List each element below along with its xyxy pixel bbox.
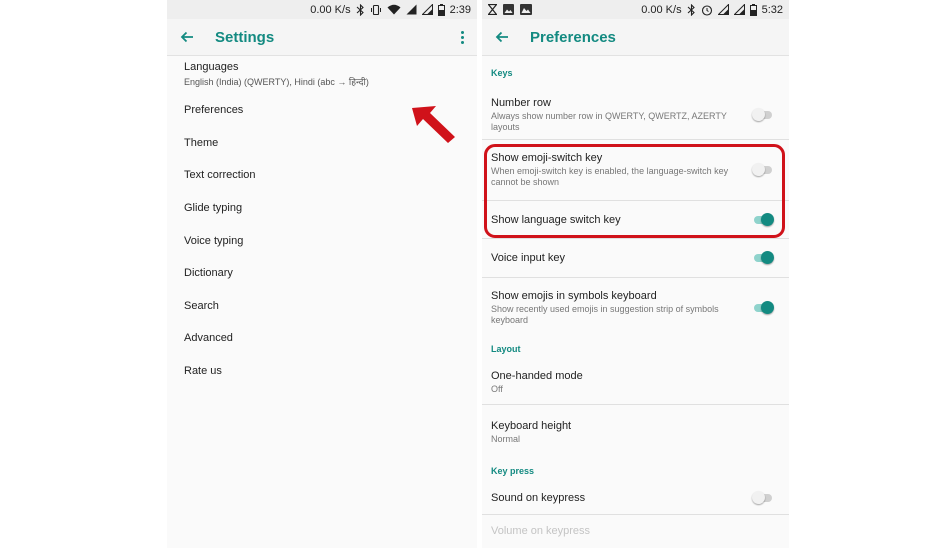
pref-title: One-handed mode [491,369,583,382]
back-arrow-icon [180,31,193,43]
page-title: Settings [215,28,275,46]
bluetooth-icon [687,3,695,16]
settings-item-label: Dictionary [184,267,233,280]
settings-screen: 0.00 K/s 2:39 Settings Languages English… [167,0,477,548]
alarm-icon [701,4,712,16]
pref-volume-on-keypress[interactable]: Volume on keypress [482,515,789,547]
signal-icon [406,4,417,15]
pref-subtitle: When emoji-switch key is enabled, the la… [491,166,729,187]
pref-subtitle: Always show number row in QWERTY, QWERTZ… [491,110,727,132]
section-header-key-press: Key press [491,466,535,476]
battery-icon [437,3,445,16]
preferences-screen: 0.00 K/s 5:32 Preferences Keys Number ro… [482,0,789,548]
number-row-toggle[interactable] [752,107,774,123]
battery-icon [749,3,757,16]
hourglass-icon [488,4,497,15]
settings-item-voice-typing[interactable]: Voice typing [184,224,477,257]
pref-title: Keyboard height [491,420,572,432]
pref-title: Volume on keypress [491,525,591,537]
pref-title: Show language switch key [491,213,621,226]
status-bar: 0.00 K/s 2:39 [167,0,477,19]
status-bar: 0.00 K/s 5:32 [482,0,789,19]
sound-keypress-toggle[interactable] [752,490,774,506]
voice-input-toggle[interactable] [752,250,774,266]
settings-item-languages[interactable]: Languages English (India) (QWERTY), Hind… [184,56,477,94]
settings-item-label: Advanced [184,332,233,345]
settings-item-label: Languages [184,61,239,73]
pref-keyboard-height[interactable]: Keyboard height Normal [482,405,789,460]
settings-item-advanced[interactable]: Advanced [184,322,477,355]
settings-item-label: Glide typing [184,202,243,215]
pref-title: Voice input key [491,252,565,264]
signal-icon [421,4,433,15]
settings-item-label: Search [184,299,219,312]
pref-emojis-in-symbols[interactable]: Show emojis in symbols keyboard Show rec… [482,278,789,338]
network-speed: 0.00 K/s [310,3,351,16]
app-bar: Settings [167,19,477,56]
signal-icon [733,4,745,15]
settings-item-label: Rate us [184,365,222,378]
section-header-keys: Keys [491,68,513,78]
bluetooth-icon [356,3,364,16]
pref-subtitle: Normal [491,434,521,444]
pref-subtitle: Off [491,383,503,394]
pref-one-handed-mode[interactable]: One-handed mode Off [482,360,789,404]
more-vert-icon[interactable] [455,28,469,46]
back-button[interactable] [482,31,522,43]
pref-title: Sound on keypress [491,492,586,504]
vibrate-icon [370,4,381,15]
clock: 2:39 [449,3,471,16]
settings-item-dictionary[interactable]: Dictionary [184,257,477,290]
gallery-icon [520,4,532,15]
settings-item-label: Text correction [184,169,256,182]
notification-icons [488,4,532,15]
language-switch-toggle[interactable] [752,212,774,228]
settings-item-label: Voice typing [184,234,244,247]
settings-item-text-correction[interactable]: Text correction [184,159,477,192]
pref-language-switch-key[interactable]: Show language switch key [482,201,789,238]
settings-item-search[interactable]: Search [184,290,477,323]
emoji-switch-toggle[interactable] [752,162,774,178]
pref-title: Show emoji-switch key [491,152,603,164]
back-arrow-icon [495,31,508,43]
annotation-arrow [412,106,455,143]
emojis-symbols-toggle[interactable] [752,300,774,316]
pref-emoji-switch-key[interactable]: Show emoji-switch key When emoji-switch … [482,140,789,200]
wifi-icon [387,4,401,15]
signal-icon [717,4,729,15]
pref-sound-on-keypress[interactable]: Sound on keypress [482,482,789,514]
network-speed: 0.00 K/s [641,3,682,16]
pref-subtitle: Show recently used emojis in suggestion … [491,304,719,325]
pref-title: Number row [491,96,551,109]
back-button[interactable] [167,31,207,43]
app-bar: Preferences [482,19,789,56]
image-icon [503,4,514,15]
section-header-layout: Layout [491,344,521,354]
clock: 5:32 [761,3,783,16]
settings-item-rate-us[interactable]: Rate us [184,355,477,388]
settings-item-glide-typing[interactable]: Glide typing [184,192,477,225]
pref-voice-input-key[interactable]: Voice input key [482,239,789,277]
settings-item-subtitle: English (India) (QWERTY), Hindi (abc → ह… [184,77,369,87]
page-title: Preferences [530,28,616,46]
pref-number-row[interactable]: Number row Always show number row in QWE… [482,90,789,139]
pref-title: Show emojis in symbols keyboard [491,290,657,302]
